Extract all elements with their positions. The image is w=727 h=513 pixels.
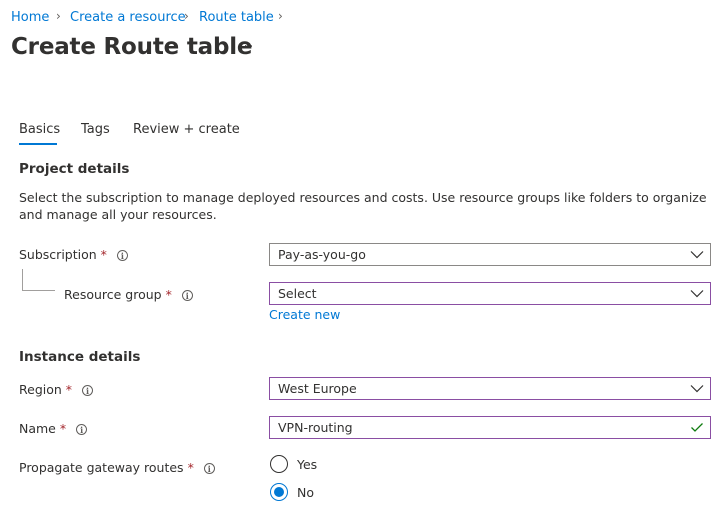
tree-connector	[22, 269, 23, 290]
required-asterisk: *	[65, 382, 73, 397]
subscription-label-text: Subscription	[19, 247, 97, 262]
active-tab-indicator	[19, 143, 57, 145]
chevron-down-icon	[690, 290, 704, 298]
radio-yes[interactable]	[270, 455, 288, 473]
region-label-text: Region	[19, 382, 62, 397]
info-icon[interactable]: i	[76, 424, 88, 435]
project-details-description: Select the subscription to manage deploy…	[19, 190, 707, 222]
breadcrumb-home-link[interactable]: Home	[11, 10, 49, 25]
region-value: West Europe	[278, 381, 357, 396]
name-label-text: Name	[19, 421, 56, 436]
radio-no-label[interactable]: No	[297, 485, 314, 500]
radio-no[interactable]	[270, 483, 288, 501]
chevron-right-icon: ›	[56, 9, 61, 23]
tab-tags[interactable]: Tags	[81, 122, 110, 137]
subscription-label: Subscription * i	[19, 247, 128, 262]
info-icon[interactable]: i	[82, 385, 94, 396]
create-new-link[interactable]: Create new	[269, 307, 340, 322]
tree-connector	[22, 290, 55, 291]
resource-group-value: Select	[278, 286, 317, 301]
breadcrumb-route-table-link[interactable]: Route table	[199, 10, 274, 25]
required-asterisk: *	[187, 460, 194, 475]
required-asterisk: *	[59, 421, 67, 436]
required-asterisk: *	[100, 247, 107, 262]
more-options-button[interactable]: ···	[238, 39, 254, 55]
chevron-down-icon	[690, 385, 704, 393]
chevron-right-icon: ›	[278, 9, 283, 23]
region-dropdown[interactable]: West Europe	[269, 377, 711, 400]
resource-group-dropdown[interactable]: Select	[269, 282, 711, 305]
required-asterisk: *	[165, 287, 172, 302]
radio-yes-label[interactable]: Yes	[297, 457, 317, 472]
chevron-down-icon	[690, 251, 704, 259]
resource-group-label: Resource group * i	[64, 287, 193, 302]
chevron-right-icon: ›	[184, 9, 189, 23]
info-icon[interactable]: i	[181, 290, 193, 301]
info-icon[interactable]: i	[203, 463, 215, 474]
tab-review-create[interactable]: Review + create	[133, 122, 240, 137]
checkmark-icon	[691, 423, 703, 432]
tab-basics[interactable]: Basics	[19, 122, 60, 137]
breadcrumb-create-resource-link[interactable]: Create a resource	[70, 10, 186, 25]
page-title: Create Route table	[11, 34, 253, 60]
name-input[interactable]: VPN-routing	[269, 416, 711, 439]
subscription-value: Pay-as-you-go	[278, 247, 366, 262]
name-value: VPN-routing	[278, 420, 353, 435]
project-details-heading: Project details	[19, 161, 130, 177]
instance-details-heading: Instance details	[19, 349, 141, 365]
name-label: Name * i	[19, 421, 88, 436]
info-icon[interactable]: i	[116, 250, 128, 261]
resource-group-label-text: Resource group	[64, 287, 162, 302]
region-label: Region * i	[19, 382, 94, 397]
propagate-label-text: Propagate gateway routes	[19, 460, 184, 475]
subscription-dropdown[interactable]: Pay-as-you-go	[269, 243, 711, 266]
propagate-gateway-routes-label: Propagate gateway routes * i	[19, 460, 215, 475]
